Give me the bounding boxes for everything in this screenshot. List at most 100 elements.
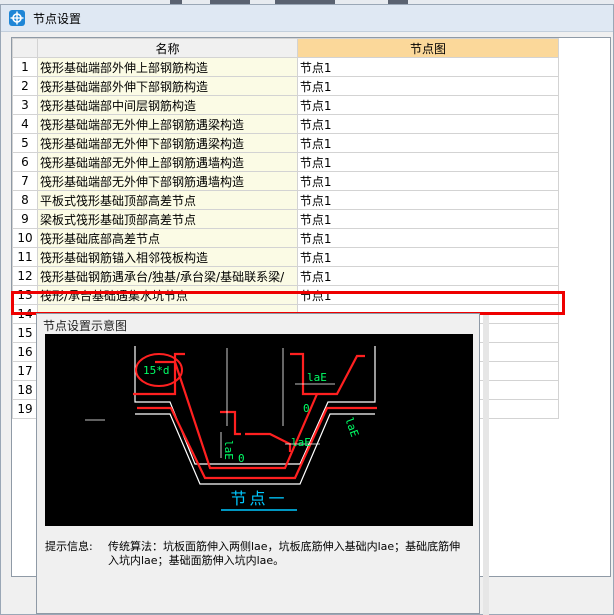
rebar-lines bbox=[133, 352, 377, 480]
concrete-outline bbox=[134, 346, 376, 485]
table-row[interactable]: 6 筏形基础端部无外伸上部钢筋遇墙构造 节点1 bbox=[12, 152, 610, 172]
header-node-diagram[interactable]: 节点图 bbox=[296, 38, 560, 58]
row-node-cell[interactable]: 节点1 bbox=[296, 171, 560, 191]
row-node-cell[interactable]: 节点1 bbox=[296, 247, 560, 267]
table-row[interactable]: 3 筏形基础端部中间层钢筋构造 节点1 bbox=[12, 95, 610, 115]
row-node-cell[interactable]: 节点1 bbox=[296, 190, 560, 210]
row-filler-cell bbox=[559, 210, 610, 229]
table-row[interactable]: 13 筏形/承台基础遇集水坑节点 节点1 bbox=[12, 285, 610, 305]
row-index-cell: 10 bbox=[12, 228, 38, 248]
header-filler bbox=[558, 38, 610, 58]
table-row[interactable]: 10 筏形基础底部高差节点 节点1 bbox=[12, 228, 610, 248]
row-filler-cell bbox=[559, 324, 610, 343]
table-row[interactable]: 9 梁板式筏形基础顶部高差节点 节点1 bbox=[12, 209, 610, 229]
preview-title: 节点设置示意图 bbox=[43, 319, 128, 333]
dim-label-15d: 15*d bbox=[143, 364, 170, 377]
row-filler-cell bbox=[559, 305, 610, 324]
row-filler-cell bbox=[559, 96, 610, 115]
row-index-cell: 12 bbox=[12, 266, 38, 286]
row-index-cell: 18 bbox=[12, 380, 38, 400]
row-index-cell: 7 bbox=[12, 171, 38, 191]
row-filler-cell bbox=[559, 115, 610, 134]
row-name-cell[interactable]: 筏形基础钢筋遇承台/独基/承台梁/基础联系梁/ bbox=[36, 266, 298, 286]
app-icon bbox=[9, 10, 25, 26]
row-filler-cell bbox=[559, 267, 610, 286]
pit-inner-outline bbox=[134, 346, 376, 465]
row-index-cell: 16 bbox=[12, 342, 38, 362]
row-node-cell[interactable]: 节点1 bbox=[296, 209, 560, 229]
row-filler-cell bbox=[559, 58, 610, 77]
row-filler-cell bbox=[559, 286, 610, 305]
row-node-cell[interactable]: 节点1 bbox=[296, 285, 560, 305]
row-node-cell[interactable]: 节点1 bbox=[296, 152, 560, 172]
row-filler-cell bbox=[559, 153, 610, 172]
dim-label-lae-right: laE bbox=[342, 416, 361, 439]
table-row[interactable]: 5 筏形基础端部无外伸下部钢筋遇梁构造 节点1 bbox=[12, 133, 610, 153]
node-preview-panel: 节点设置示意图 15*d laE laE laE laE 0 0 节点一 提示信… bbox=[36, 313, 480, 614]
dim-label-lae-top: laE bbox=[307, 371, 327, 384]
preview-scrollbar[interactable] bbox=[483, 315, 489, 615]
table-row[interactable]: 7 筏形基础端部无外伸下部钢筋遇墙构造 节点1 bbox=[12, 171, 610, 191]
row-filler-cell bbox=[559, 343, 610, 362]
row-node-cell[interactable]: 节点1 bbox=[296, 76, 560, 96]
row-node-cell[interactable]: 节点1 bbox=[296, 95, 560, 115]
row-name-cell[interactable]: 筏形基础端部外伸下部钢筋构造 bbox=[36, 76, 298, 96]
header-name[interactable]: 名称 bbox=[36, 38, 298, 58]
node-diagram: 15*d laE laE laE laE 0 0 节点一 bbox=[45, 334, 473, 526]
row-index-cell: 3 bbox=[12, 95, 38, 115]
row-index-cell: 1 bbox=[12, 57, 38, 77]
pit-outer-outline bbox=[135, 413, 375, 485]
row-index-cell: 13 bbox=[12, 285, 38, 305]
hint-text: 传统算法：坑板面筋伸入两侧lae，坑板底筋伸入基础内lae；基础底筋伸入坑内la… bbox=[108, 540, 461, 567]
row-name-cell[interactable]: 筏形基础钢筋锚入相邻筏板构造 bbox=[36, 247, 298, 267]
dim-label-zero-bottom: 0 bbox=[238, 452, 245, 465]
row-node-cell[interactable]: 节点1 bbox=[296, 114, 560, 134]
diagram-caption: 节点一 bbox=[230, 489, 287, 508]
hint-label: 提示信息: bbox=[45, 540, 93, 553]
row-filler-cell bbox=[559, 362, 610, 381]
title-bar[interactable]: 节点设置 bbox=[1, 5, 613, 32]
row-name-cell[interactable]: 筏形基础端部无外伸下部钢筋遇梁构造 bbox=[36, 133, 298, 153]
grid-header-row: 名称 节点图 bbox=[12, 38, 610, 58]
row-node-cell[interactable]: 节点1 bbox=[296, 133, 560, 153]
row-name-cell[interactable]: 筏形基础端部外伸上部钢筋构造 bbox=[36, 57, 298, 77]
table-row[interactable]: 2 筏形基础端部外伸下部钢筋构造 节点1 bbox=[12, 76, 610, 96]
rebar-top-right bbox=[290, 352, 365, 396]
row-filler-cell bbox=[559, 172, 610, 191]
row-name-cell[interactable]: 筏形基础底部高差节点 bbox=[36, 228, 298, 248]
row-name-cell[interactable]: 筏形基础端部中间层钢筋构造 bbox=[36, 95, 298, 115]
row-node-cell[interactable]: 节点1 bbox=[296, 228, 560, 248]
dim-label-lae-left: laE bbox=[222, 440, 235, 460]
table-row[interactable]: 4 筏形基础端部无外伸上部钢筋遇梁构造 节点1 bbox=[12, 114, 610, 134]
row-name-cell[interactable]: 筏形基础端部无外伸下部钢筋遇墙构造 bbox=[36, 171, 298, 191]
window-title: 节点设置 bbox=[33, 12, 82, 26]
row-name-cell[interactable]: 筏形基础端部无外伸上部钢筋遇墙构造 bbox=[36, 152, 298, 172]
row-node-cell[interactable]: 节点1 bbox=[296, 266, 560, 286]
row-filler-cell bbox=[559, 77, 610, 96]
row-index-cell: 4 bbox=[12, 114, 38, 134]
table-row[interactable]: 11 筏形基础钢筋锚入相邻筏板构造 节点1 bbox=[12, 247, 610, 267]
row-index-cell: 5 bbox=[12, 133, 38, 153]
row-name-cell[interactable]: 梁板式筏形基础顶部高差节点 bbox=[36, 209, 298, 229]
row-name-cell[interactable]: 筏形基础端部无外伸上部钢筋遇梁构造 bbox=[36, 114, 298, 134]
row-name-cell[interactable]: 筏形/承台基础遇集水坑节点 bbox=[36, 285, 298, 305]
dim-label-zero-top: 0 bbox=[303, 402, 310, 415]
header-index bbox=[12, 38, 38, 58]
row-filler-cell bbox=[559, 381, 610, 400]
rebar-hook-left bbox=[220, 410, 241, 436]
table-row[interactable]: 8 平板式筏形基础顶部高差节点 节点1 bbox=[12, 190, 610, 210]
row-filler-cell bbox=[559, 191, 610, 210]
row-index-cell: 8 bbox=[12, 190, 38, 210]
row-index-cell: 2 bbox=[12, 76, 38, 96]
row-index-cell: 11 bbox=[12, 247, 38, 267]
row-node-cell[interactable]: 节点1 bbox=[296, 57, 560, 77]
table-row[interactable]: 12 筏形基础钢筋遇承台/独基/承台梁/基础联系梁/节点1 bbox=[12, 266, 610, 286]
row-index-cell: 9 bbox=[12, 209, 38, 229]
row-name-cell[interactable]: 平板式筏形基础顶部高差节点 bbox=[36, 190, 298, 210]
row-filler-cell bbox=[559, 229, 610, 248]
row-index-cell: 17 bbox=[12, 361, 38, 381]
table-row[interactable]: 1 筏形基础端部外伸上部钢筋构造 节点1 bbox=[12, 57, 610, 77]
node-settings-window: 节点设置 名称 节点图 1 筏形基础端部外伸上部钢筋构造 节点1 2 筏形基础端部外伸下… bbox=[0, 4, 614, 615]
row-filler-cell bbox=[559, 248, 610, 267]
dim-label-lae-bottom: laE bbox=[291, 436, 311, 449]
